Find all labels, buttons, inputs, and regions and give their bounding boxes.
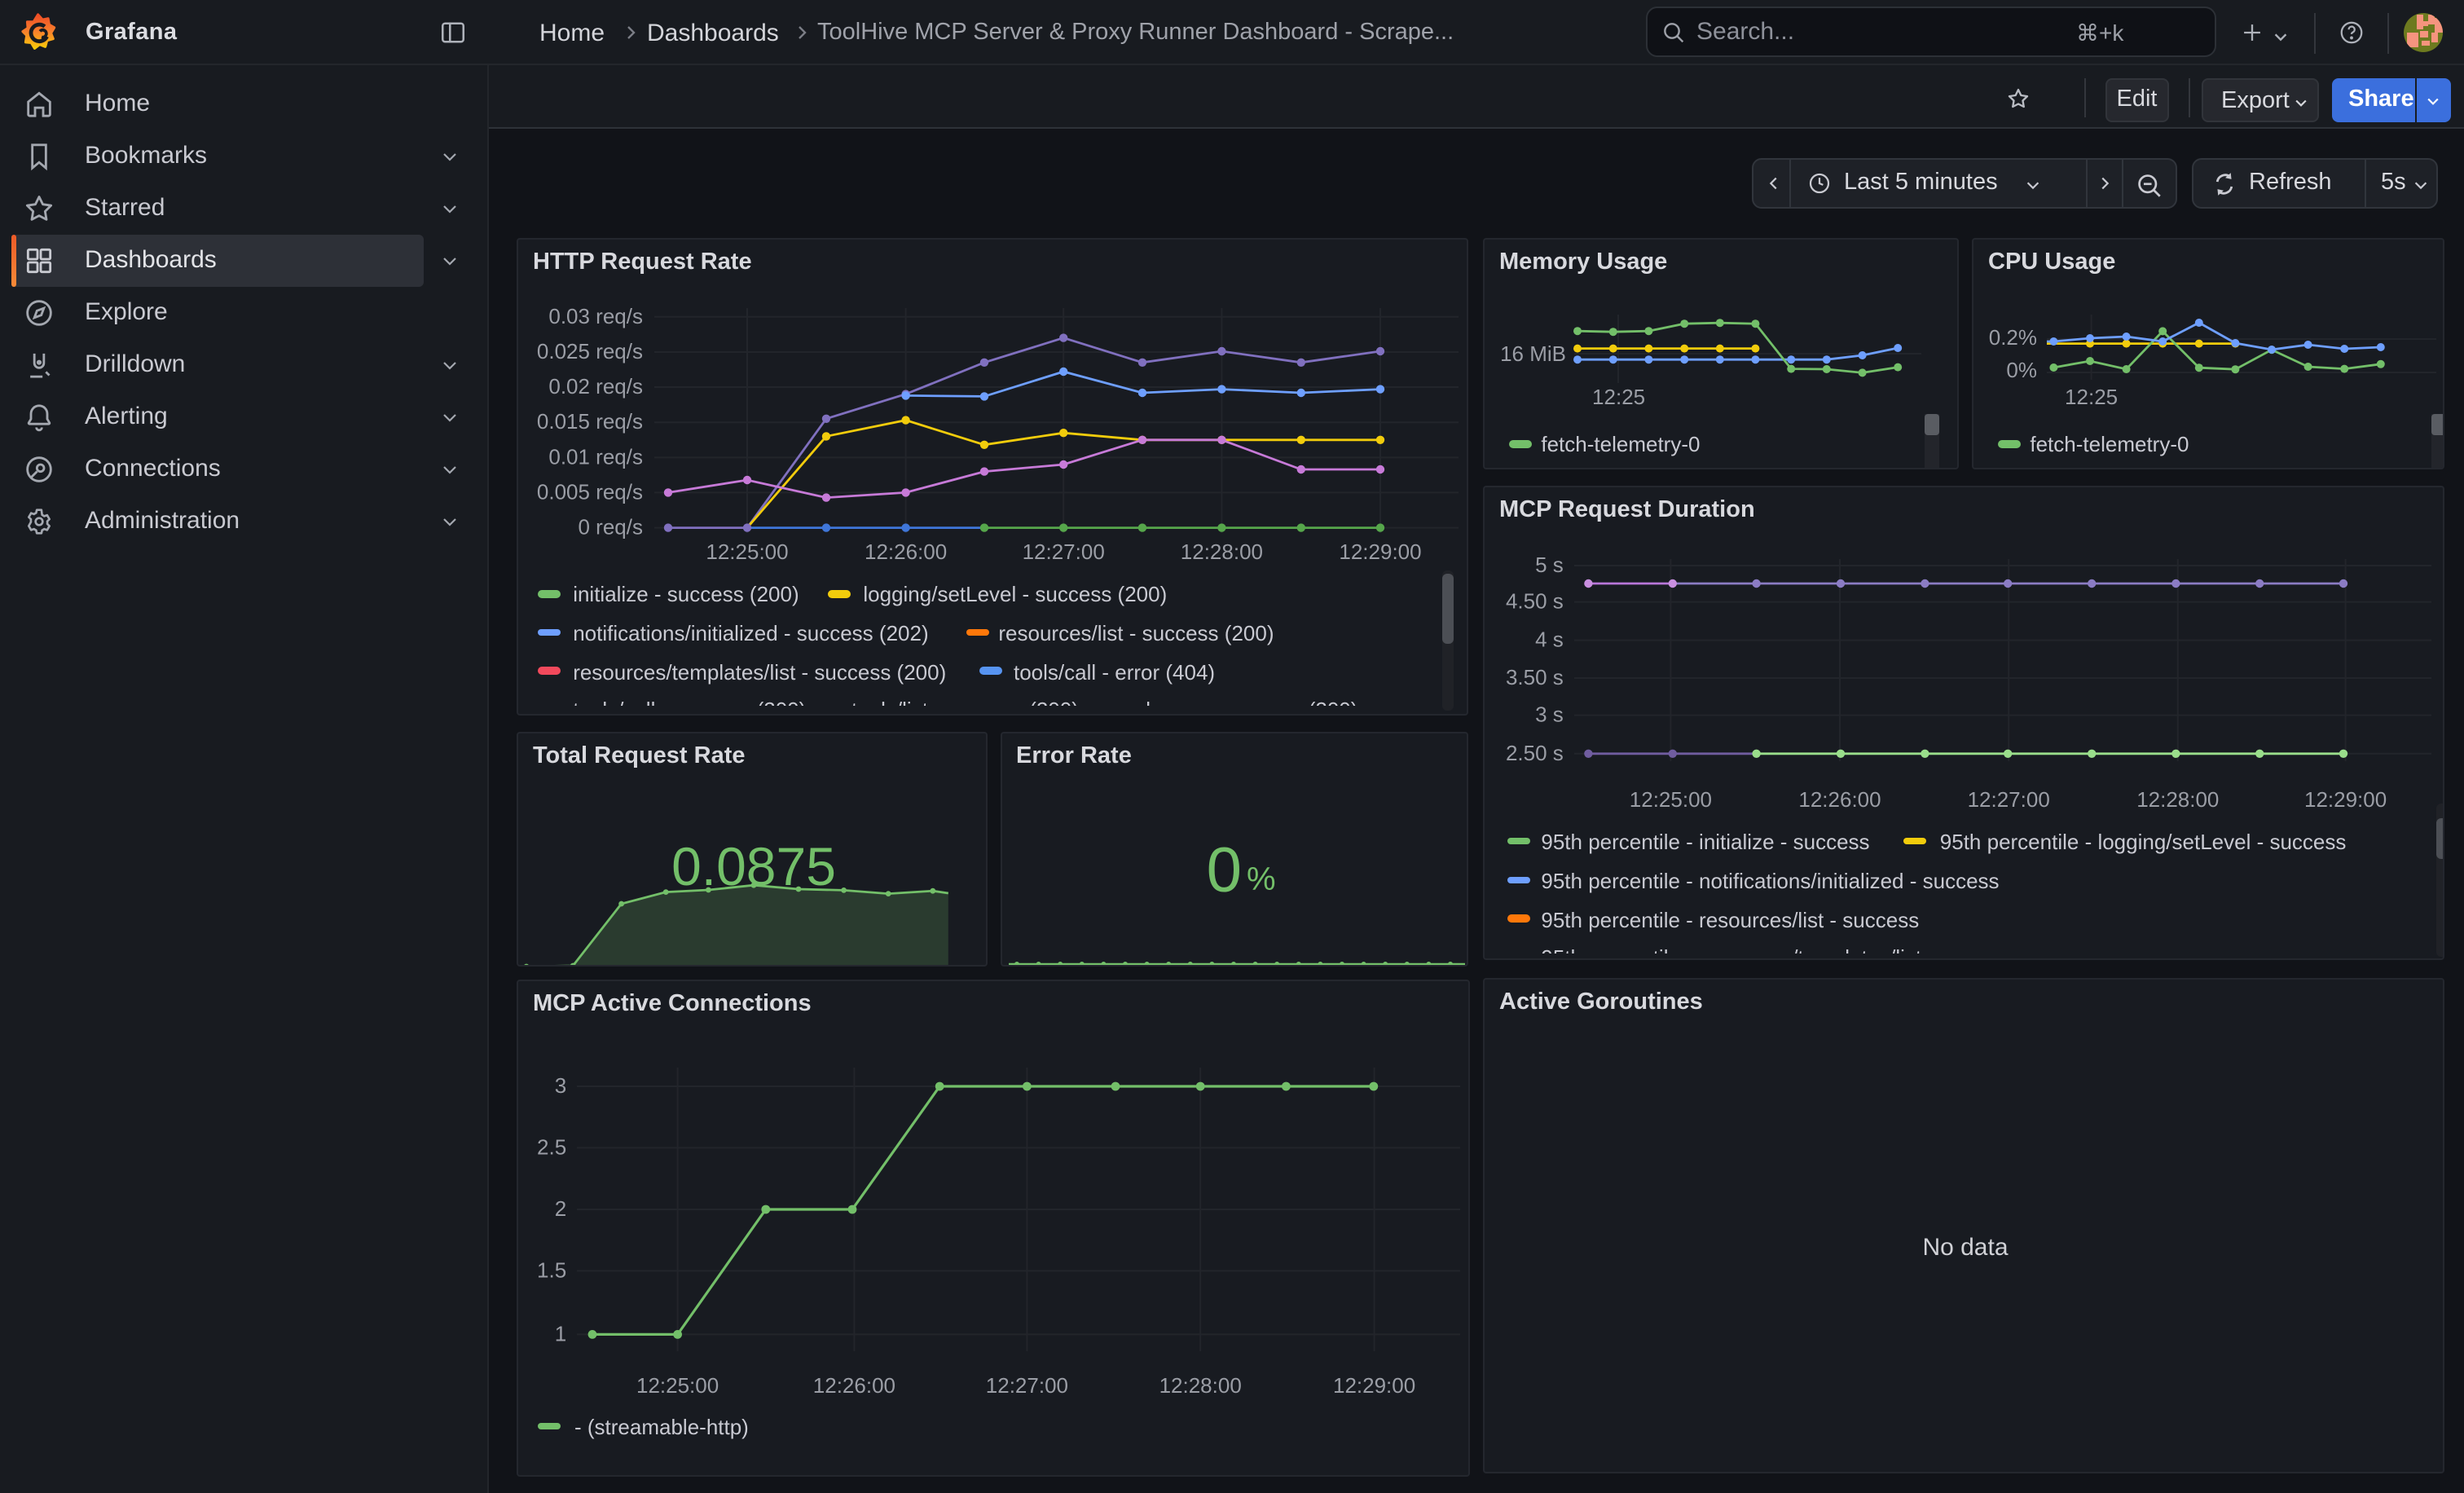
svg-text:0 req/s: 0 req/s <box>579 515 644 540</box>
svg-text:4.50 s: 4.50 s <box>1506 589 1564 614</box>
svg-text:2.5: 2.5 <box>537 1134 566 1159</box>
svg-text:12:25:00: 12:25:00 <box>1630 787 1712 812</box>
svg-text:3: 3 <box>555 1073 566 1098</box>
svg-text:0.025 req/s: 0.025 req/s <box>537 339 643 363</box>
svg-text:12:27:00: 12:27:00 <box>1023 540 1105 564</box>
svg-text:3 s: 3 s <box>1535 702 1564 727</box>
svg-text:%: % <box>1246 861 1275 897</box>
svg-text:12:29:00: 12:29:00 <box>1339 540 1421 564</box>
svg-text:12:27:00: 12:27:00 <box>986 1373 1068 1398</box>
svg-text:12:26:00: 12:26:00 <box>813 1373 895 1398</box>
svg-text:12:26:00: 12:26:00 <box>865 540 947 564</box>
svg-text:2: 2 <box>555 1196 566 1221</box>
svg-text:4 s: 4 s <box>1535 628 1564 652</box>
svg-text:5 s: 5 s <box>1535 553 1564 577</box>
svg-text:0.2%: 0.2% <box>1989 325 2037 350</box>
svg-text:12:25: 12:25 <box>2065 385 2118 409</box>
svg-text:12:25: 12:25 <box>1592 385 1645 409</box>
svg-text:2.50 s: 2.50 s <box>1506 741 1564 765</box>
svg-text:12:27:00: 12:27:00 <box>1968 787 2050 812</box>
svg-text:3.50 s: 3.50 s <box>1506 665 1564 689</box>
svg-text:0.03 req/s: 0.03 req/s <box>548 304 643 328</box>
svg-text:12:26:00: 12:26:00 <box>1798 787 1881 812</box>
svg-text:1.5: 1.5 <box>537 1257 566 1282</box>
svg-text:12:28:00: 12:28:00 <box>2136 787 2219 812</box>
svg-text:12:28:00: 12:28:00 <box>1181 540 1263 564</box>
svg-text:0.01 req/s: 0.01 req/s <box>548 444 643 469</box>
svg-text:12:25:00: 12:25:00 <box>706 540 788 564</box>
svg-text:0.005 req/s: 0.005 req/s <box>537 479 643 504</box>
svg-text:12:29:00: 12:29:00 <box>2304 787 2387 812</box>
svg-text:0.02 req/s: 0.02 req/s <box>548 374 643 399</box>
svg-text:1: 1 <box>555 1321 566 1345</box>
svg-text:0%: 0% <box>2006 358 2037 382</box>
svg-text:12:25:00: 12:25:00 <box>636 1373 719 1398</box>
svg-text:16 MiB: 16 MiB <box>1500 341 1566 366</box>
svg-text:0: 0 <box>1206 833 1241 905</box>
svg-text:12:29:00: 12:29:00 <box>1333 1373 1415 1398</box>
svg-text:0.015 req/s: 0.015 req/s <box>537 409 643 434</box>
svg-text:0.0875: 0.0875 <box>671 836 836 896</box>
svg-text:12:28:00: 12:28:00 <box>1159 1373 1242 1398</box>
